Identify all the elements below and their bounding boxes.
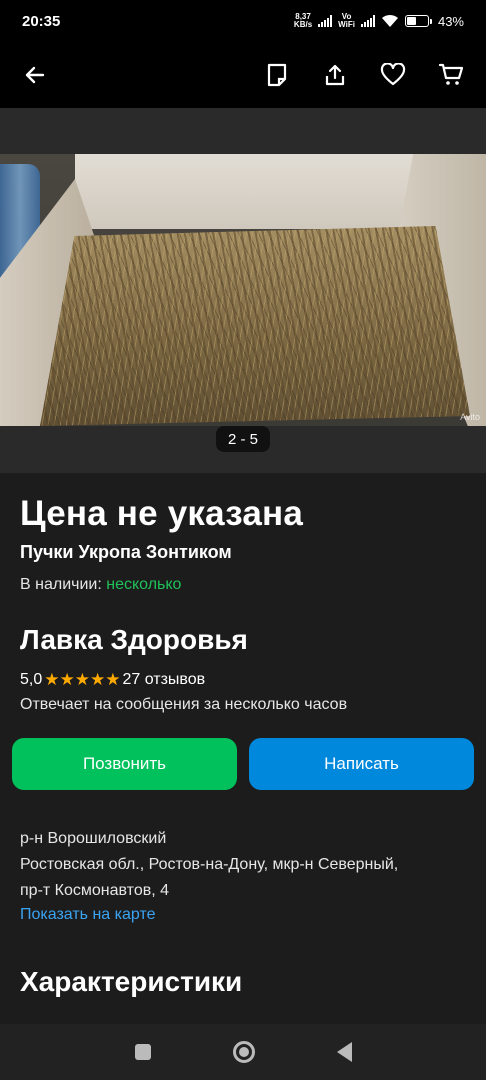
availability: В наличии: несколько bbox=[20, 576, 181, 594]
availability-value: несколько bbox=[106, 576, 182, 593]
net-speed: 8,37 KB/s bbox=[294, 13, 312, 29]
heart-icon[interactable] bbox=[378, 60, 408, 90]
price: Цена не указана bbox=[20, 494, 303, 533]
status-bar: 20:35 8,37 KB/s Vo WiFi 43% bbox=[0, 0, 486, 42]
recents-icon[interactable] bbox=[134, 1044, 151, 1060]
rating-value: 5,0 bbox=[20, 671, 43, 688]
address-line2: пр-т Космонавтов, 4 bbox=[20, 882, 169, 899]
wifi-icon bbox=[381, 14, 398, 27]
show-on-map-link[interactable]: Показать на карте bbox=[20, 906, 155, 924]
reply-time: Отвечает на сообщения за несколько часов bbox=[20, 696, 348, 713]
availability-label: В наличии: bbox=[20, 576, 102, 593]
address: р-н Ворошиловский Ростовская обл., Росто… bbox=[20, 826, 470, 904]
arrow-left-icon[interactable] bbox=[20, 60, 50, 90]
system-nav-bar bbox=[0, 1024, 486, 1080]
characteristics-heading: Характеристики bbox=[20, 966, 243, 997]
volte-icon: Vo WiFi bbox=[338, 13, 355, 29]
battery-fill bbox=[406, 17, 416, 25]
status-time: 20:35 bbox=[22, 12, 61, 30]
status-icons: 8,37 KB/s Vo WiFi 43% bbox=[294, 13, 464, 29]
note-icon[interactable] bbox=[262, 60, 292, 90]
back-icon[interactable] bbox=[336, 1042, 352, 1062]
top-toolbar bbox=[0, 42, 486, 108]
address-district: р-н Ворошиловский bbox=[20, 830, 167, 847]
address-line1: Ростовская обл., Ростов-на-Дону, мкр-н С… bbox=[20, 856, 399, 873]
seller-rating[interactable]: 5,0 ★★★★★ 27 отзывов bbox=[20, 670, 205, 690]
cart-icon[interactable] bbox=[436, 60, 466, 90]
write-button[interactable]: Написать bbox=[249, 738, 474, 790]
reviews-count: 27 отзывов bbox=[122, 671, 206, 688]
wifi-calling-label: WiFi bbox=[338, 20, 355, 29]
signal-icon-2 bbox=[360, 15, 375, 27]
battery-icon bbox=[404, 15, 432, 27]
battery-percent: 43% bbox=[437, 13, 464, 29]
signal-icon bbox=[318, 15, 333, 27]
home-icon[interactable] bbox=[232, 1041, 255, 1063]
share-icon[interactable] bbox=[320, 60, 350, 90]
photo-counter: 2 - 5 bbox=[216, 426, 270, 452]
net-speed-unit: KB/s bbox=[293, 20, 313, 29]
call-button[interactable]: Позвонить bbox=[12, 738, 237, 790]
listing-title: Пучки Укропа Зонтиком bbox=[20, 542, 232, 562]
seller-name[interactable]: Лавка Здоровья bbox=[20, 624, 248, 656]
star-icons: ★★★★★ bbox=[44, 670, 121, 689]
listing-photo[interactable]: Avito bbox=[0, 154, 486, 426]
photo-gallery[interactable]: Avito 2 - 5 bbox=[0, 108, 486, 473]
watermark: Avito bbox=[460, 412, 480, 422]
